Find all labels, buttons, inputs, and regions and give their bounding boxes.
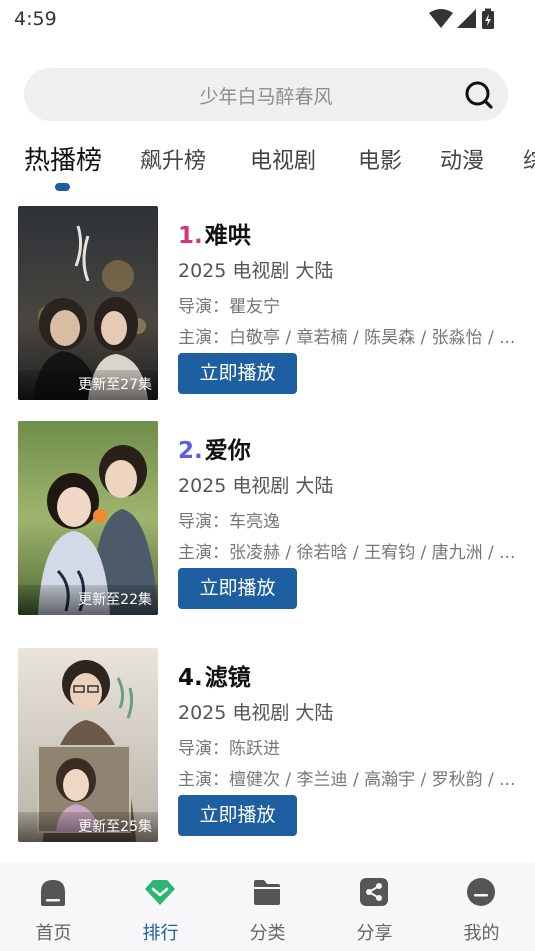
home-icon	[41, 880, 65, 906]
play-button[interactable]: 立即播放	[178, 353, 297, 394]
status-icons	[429, 8, 495, 30]
episode-update-text: 更新至27集	[78, 377, 152, 393]
poster-image[interactable]: 更新至27集	[18, 206, 158, 400]
search-icon[interactable]	[464, 80, 494, 110]
type-text: 电视剧	[232, 702, 290, 724]
cast-text: 主演：檀健次 / 李兰迪 / 高瀚宇 / 罗秋韵 / ...	[178, 770, 516, 790]
item-title[interactable]: 4.滤镜	[178, 658, 251, 692]
tab-tv-series[interactable]: 电视剧	[250, 143, 316, 175]
title-text: 爱你	[204, 438, 251, 464]
search-bar[interactable]: 少年白马醉春风	[24, 68, 508, 121]
title-text: 难哄	[204, 223, 251, 249]
status-time: 4:59	[14, 8, 57, 30]
episode-badge: 更新至22集	[18, 585, 158, 615]
nav-ranking[interactable]: 排行	[107, 862, 214, 951]
type-text: 电视剧	[232, 475, 290, 497]
director-text: 导演：陈跃进	[178, 739, 280, 759]
rank-number: 2.	[178, 438, 203, 464]
region-text: 大陆	[295, 702, 334, 724]
list-item[interactable]: 更新至27集 1.难哄 2025 电视剧 大陆 导演：瞿友宁 主演：白敬亭 / 章若…	[0, 206, 535, 400]
play-button[interactable]: 立即播放	[178, 795, 297, 836]
play-button[interactable]: 立即播放	[178, 568, 297, 609]
search-placeholder[interactable]: 少年白马醉春风	[24, 82, 508, 109]
item-title[interactable]: 2.爱你	[178, 431, 251, 465]
episode-update-text: 更新至22集	[78, 592, 152, 608]
cellular-signal-icon	[457, 9, 476, 28]
region-text: 大陆	[295, 260, 334, 282]
folder-icon	[254, 880, 280, 905]
year-text: 2025	[178, 260, 227, 282]
list-item[interactable]: 更新至22集 2.爱你 2025 电视剧 大陆 导演：车亮逸 主演：张凌赫 / 徐若…	[0, 421, 535, 615]
year-text: 2025	[178, 702, 227, 724]
cast-text: 主演：张凌赫 / 徐若晗 / 王宥钧 / 唐九洲 / ...	[178, 543, 516, 563]
status-bar: 4:59	[0, 0, 535, 40]
nav-label: 排行	[142, 923, 179, 944]
battery-icon	[482, 8, 494, 29]
profile-icon	[467, 878, 495, 906]
rank-number: 1.	[178, 223, 203, 249]
nav-label: 我的	[463, 923, 500, 944]
poster-image[interactable]: 更新至22集	[18, 421, 158, 615]
ranking-tabs: 热播榜 飙升榜 电视剧 电影 动漫 综	[0, 135, 535, 195]
item-meta: 2025 电视剧 大陆	[178, 256, 339, 283]
episode-badge: 更新至27集	[18, 370, 158, 400]
episode-badge: 更新至25集	[18, 812, 158, 842]
cast-text: 主演：白敬亭 / 章若楠 / 陈昊森 / 张淼怡 / ...	[178, 328, 516, 348]
item-meta: 2025 电视剧 大陆	[178, 471, 339, 498]
tab-hot[interactable]: 热播榜	[24, 140, 102, 177]
tab-anime[interactable]: 动漫	[440, 143, 484, 175]
nav-category[interactable]: 分类	[214, 862, 321, 951]
rank-number: 4.	[178, 665, 203, 691]
nav-share[interactable]: 分享	[321, 862, 428, 951]
share-icon	[360, 878, 388, 906]
tab-rising[interactable]: 飙升榜	[140, 143, 206, 175]
tab-variety[interactable]: 综	[523, 143, 535, 175]
tab-active-indicator	[55, 183, 70, 191]
region-text: 大陆	[295, 475, 334, 497]
tab-movie[interactable]: 电影	[358, 143, 402, 175]
director-text: 导演：瞿友宁	[178, 297, 280, 317]
nav-label: 分享	[356, 923, 393, 944]
episode-update-text: 更新至25集	[78, 819, 152, 835]
ranking-icon	[145, 880, 175, 905]
item-meta: 2025 电视剧 大陆	[178, 698, 339, 725]
nav-home[interactable]: 首页	[0, 862, 107, 951]
director-text: 导演：车亮逸	[178, 512, 280, 532]
wifi-icon	[429, 9, 453, 28]
nav-label: 首页	[35, 923, 72, 944]
poster-image[interactable]: 更新至25集	[18, 648, 158, 842]
bottom-nav: 首页 排行 分类 分享 我的	[0, 862, 535, 951]
title-text: 滤镜	[204, 665, 251, 691]
item-title[interactable]: 1.难哄	[178, 216, 251, 250]
nav-profile[interactable]: 我的	[428, 862, 535, 951]
type-text: 电视剧	[232, 260, 290, 282]
list-item[interactable]: 更新至25集 4.滤镜 2025 电视剧 大陆 导演：陈跃进 主演：檀健次 / 李兰…	[0, 648, 535, 842]
year-text: 2025	[178, 475, 227, 497]
nav-label: 分类	[249, 923, 286, 944]
